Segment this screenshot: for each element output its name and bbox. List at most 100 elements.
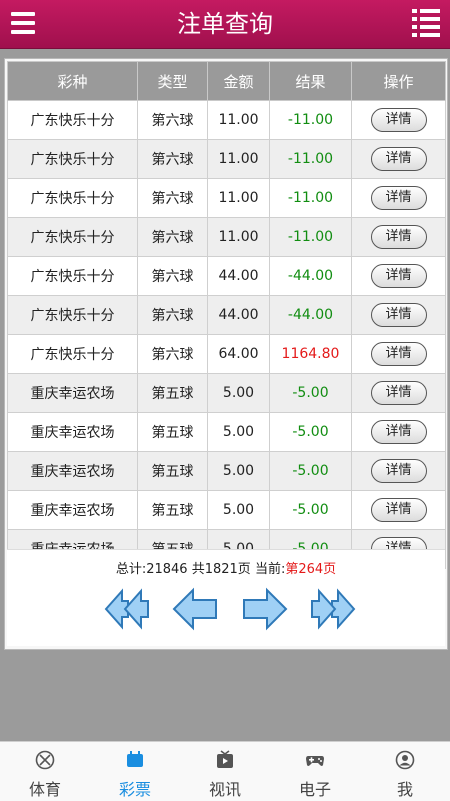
bet-table: 彩种 类型 金额 结果 操作 广东快乐十分 第六球 11.00 -11.00 详情 广东快… xyxy=(7,61,446,569)
cell-game: 广东快乐十分 xyxy=(7,295,138,335)
cell-action: 详情 xyxy=(351,139,446,179)
cell-amount: 5.00 xyxy=(207,373,270,413)
cell-game: 广东快乐十分 xyxy=(7,334,138,374)
cell-game: 广东快乐十分 xyxy=(7,139,138,179)
cell-amount: 5.00 xyxy=(207,490,270,530)
tab-label: 视讯 xyxy=(208,780,241,799)
cell-game: 重庆幸运农场 xyxy=(7,412,138,452)
cell-type: 第六球 xyxy=(137,178,208,218)
column-header-game: 彩种 xyxy=(7,61,138,101)
column-header-result: 结果 xyxy=(269,61,352,101)
table-row: 广东快乐十分 第六球 44.00 -44.00 详情 xyxy=(7,256,446,296)
cell-result: -11.00 xyxy=(269,217,352,257)
tab-video[interactable]: 视讯 xyxy=(180,742,270,801)
cell-amount: 64.00 xyxy=(207,334,270,374)
column-header-type: 类型 xyxy=(137,61,208,101)
current-label: 当前: xyxy=(254,562,286,577)
table-row: 重庆幸运农场第五球5.00-5.00 详情 xyxy=(7,490,446,530)
table-row: 重庆幸运农场第五球5.00-5.00 详情 xyxy=(7,451,446,491)
table-row: 广东快乐十分 第六球 64.00 1164.80 详情 xyxy=(7,334,446,374)
table-row: 广东快乐十分 第六球 11.00 -11.00 详情 xyxy=(7,139,446,179)
detail-button[interactable]: 详情 xyxy=(370,459,427,483)
cell-action: 详情 xyxy=(351,295,446,335)
cell-amount: 11.00 xyxy=(207,178,270,218)
cell-amount: 11.00 xyxy=(207,100,270,140)
table-row: 重庆幸运农场第五球5.00-5.00 详情 xyxy=(7,412,446,452)
last-page-icon[interactable] xyxy=(309,586,357,632)
tab-lottery[interactable]: 彩票 xyxy=(90,742,180,801)
cell-action: 详情 xyxy=(351,451,446,491)
cell-result: -5.00 xyxy=(269,490,352,530)
cell-amount: 44.00 xyxy=(207,256,270,296)
tab-sports[interactable]: 体育 xyxy=(0,742,90,801)
video-icon xyxy=(217,750,233,768)
cell-game: 广东快乐十分 xyxy=(7,178,138,218)
detail-button[interactable]: 详情 xyxy=(370,420,427,444)
table-row: 广东快乐十分 第六球 11.00 -11.00 详情 xyxy=(7,217,446,257)
list-icon[interactable] xyxy=(412,9,440,37)
cell-game: 重庆幸运农场 xyxy=(7,490,138,530)
detail-button[interactable]: 详情 xyxy=(370,186,427,210)
table-row: 广东快乐十分 第六球 11.00 -11.00 详情 xyxy=(7,100,446,140)
cell-action: 详情 xyxy=(351,217,446,257)
gamepad-icon xyxy=(306,756,324,766)
cell-action: 详情 xyxy=(351,256,446,296)
detail-button[interactable]: 详情 xyxy=(370,264,427,288)
cell-type: 第五球 xyxy=(137,490,208,530)
cell-type: 第六球 xyxy=(137,295,208,335)
cell-type: 第六球 xyxy=(137,139,208,179)
cell-result: -5.00 xyxy=(269,451,352,491)
cell-type: 第六球 xyxy=(137,217,208,257)
cell-action: 详情 xyxy=(351,178,446,218)
detail-button[interactable]: 详情 xyxy=(370,498,427,522)
cell-action: 详情 xyxy=(351,412,446,452)
first-page-icon[interactable] xyxy=(103,586,151,632)
ball-icon xyxy=(35,750,55,770)
detail-button[interactable]: 详情 xyxy=(370,381,427,405)
cell-result: -11.00 xyxy=(269,139,352,179)
cell-action: 详情 xyxy=(351,100,446,140)
tab-electronic[interactable]: 电子 xyxy=(270,742,360,801)
cell-type: 第六球 xyxy=(137,334,208,374)
prev-page-icon[interactable] xyxy=(171,586,219,632)
total-pages: 共1821页 xyxy=(191,562,251,577)
tab-label: 电子 xyxy=(298,780,331,799)
cell-action: 详情 xyxy=(351,373,446,413)
detail-button[interactable]: 详情 xyxy=(370,303,427,327)
tab-me[interactable]: 我 xyxy=(360,742,450,801)
cell-result: -44.00 xyxy=(269,256,352,296)
detail-button[interactable]: 详情 xyxy=(370,108,427,132)
cell-type: 第五球 xyxy=(137,451,208,491)
cell-type: 第六球 xyxy=(137,256,208,296)
table-row: 广东快乐十分 第六球 11.00 -11.00 详情 xyxy=(7,178,446,218)
cell-action: 详情 xyxy=(351,490,446,530)
tab-label: 彩票 xyxy=(118,780,151,799)
pagination-summary: 总计:21846 共1821页 当前:第264页 xyxy=(7,558,445,577)
table-row: 广东快乐十分 第六球 44.00 -44.00 详情 xyxy=(7,295,446,335)
table-row: 重庆幸运农场第五球5.00-5.00 详情 xyxy=(7,373,446,413)
cell-amount: 44.00 xyxy=(207,295,270,335)
cell-result: 1164.80 xyxy=(269,334,352,374)
page-title: 注单查询 xyxy=(177,10,273,38)
cell-amount: 11.00 xyxy=(207,139,270,179)
pagination: 总计:21846 共1821页 当前:第264页 xyxy=(7,549,445,646)
cell-amount: 5.00 xyxy=(207,451,270,491)
tab-label: 我 xyxy=(396,780,413,799)
cell-type: 第五球 xyxy=(137,373,208,413)
cell-result: -11.00 xyxy=(269,178,352,218)
cell-amount: 11.00 xyxy=(207,217,270,257)
current-page: 第264页 xyxy=(285,562,337,577)
column-header-action: 操作 xyxy=(351,61,446,101)
detail-button[interactable]: 详情 xyxy=(370,342,427,366)
cell-game: 广东快乐十分 xyxy=(7,256,138,296)
cell-game: 重庆幸运农场 xyxy=(7,373,138,413)
column-header-amount: 金额 xyxy=(207,61,270,101)
table-header: 彩种 类型 金额 结果 操作 xyxy=(7,61,446,101)
cell-result: -5.00 xyxy=(269,373,352,413)
detail-button[interactable]: 详情 xyxy=(370,225,427,249)
cell-type: 第六球 xyxy=(137,100,208,140)
user-icon xyxy=(395,750,415,770)
next-page-icon[interactable] xyxy=(241,586,289,632)
cell-game: 广东快乐十分 xyxy=(7,100,138,140)
detail-button[interactable]: 详情 xyxy=(370,147,427,171)
